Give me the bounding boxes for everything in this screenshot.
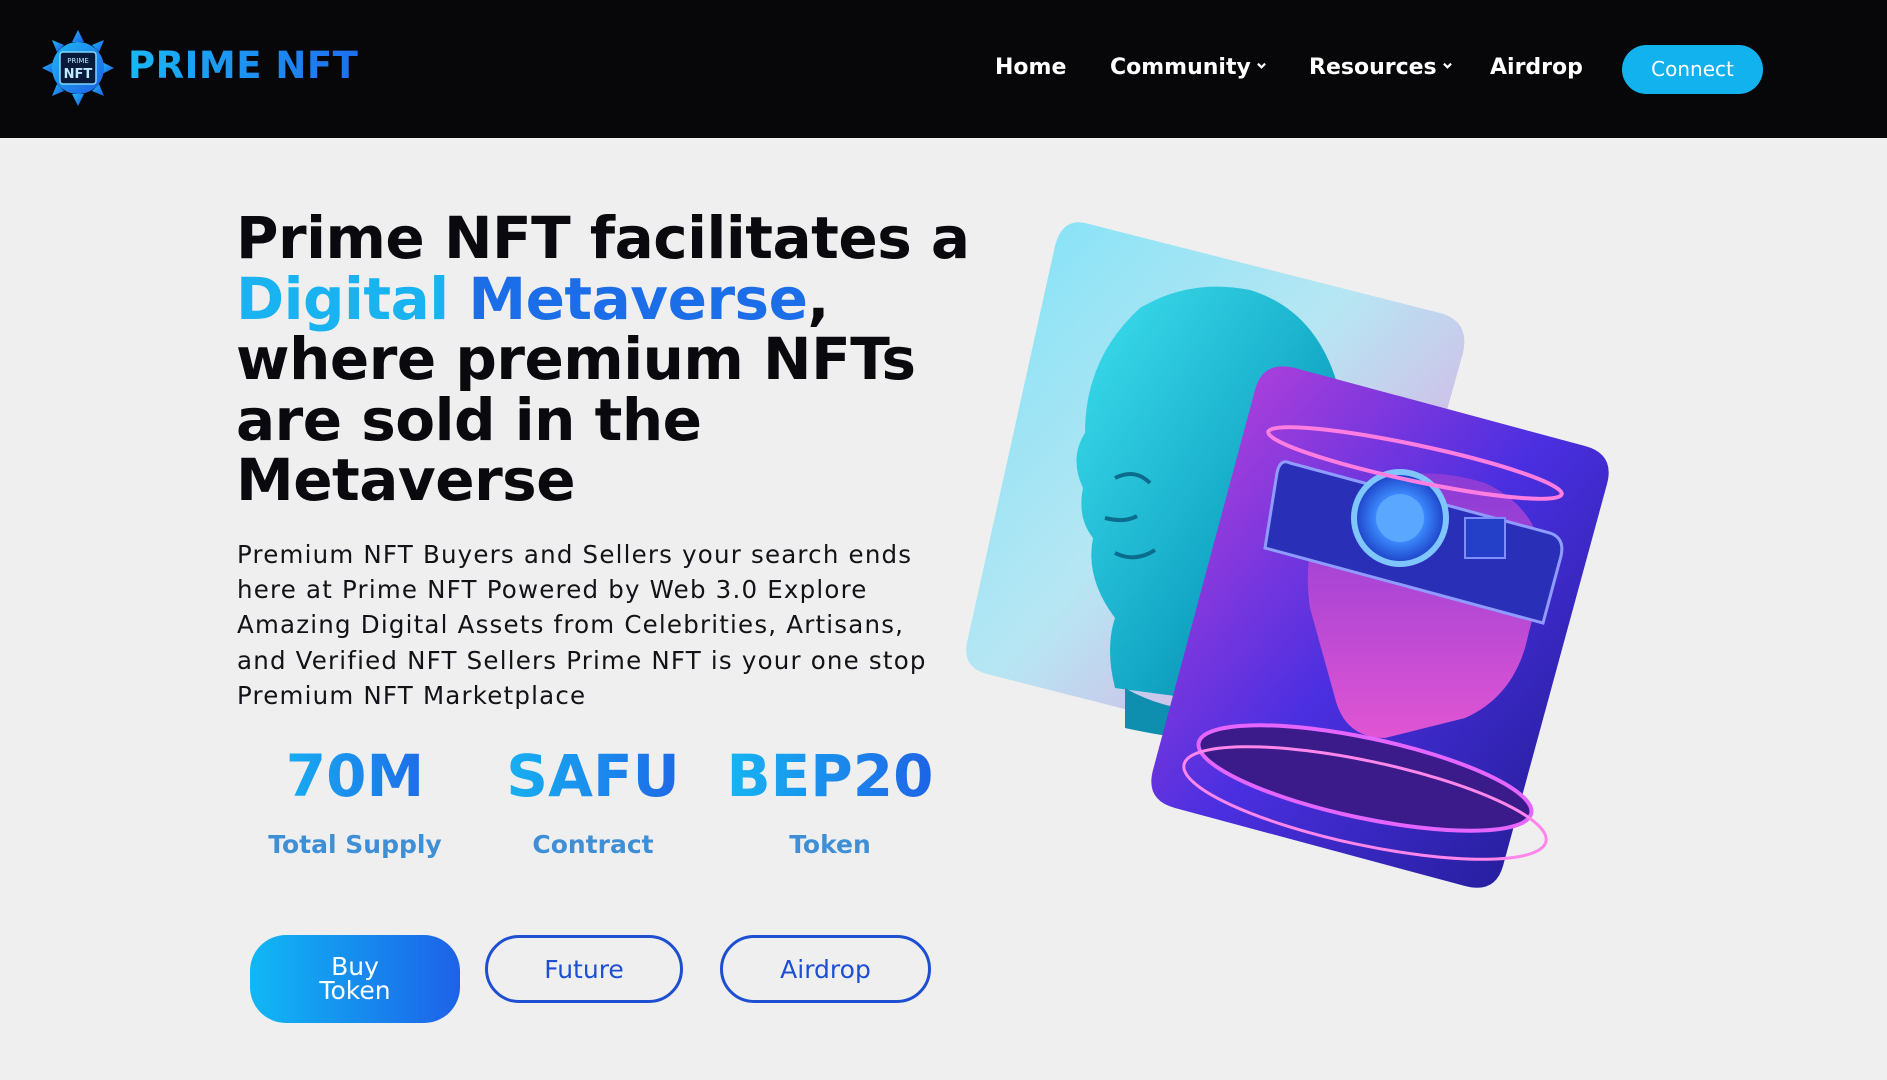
brand-name[interactable]: PRIME NFT	[128, 44, 358, 87]
nav-resources-label: Resources	[1309, 55, 1437, 80]
headline-line3: where premium NFTs	[236, 325, 916, 393]
nav-home[interactable]: Home	[995, 55, 1066, 80]
connect-button[interactable]: Connect	[1622, 45, 1763, 94]
hero-artwork	[965, 218, 1665, 888]
stat-token-label: Token	[789, 830, 871, 859]
hero-description: Premium NFT Buyers and Sellers your sear…	[237, 540, 927, 710]
buy-token-label-line2: Token	[319, 976, 391, 1005]
stat-contract-label: Contract	[532, 830, 654, 859]
stat-total-supply-value: 70M	[265, 742, 445, 810]
nav-community-label: Community	[1110, 55, 1251, 80]
headline-line1: Prime NFT facilitates a	[236, 204, 970, 272]
buy-token-button[interactable]: Buy Token	[250, 935, 460, 1023]
headline-line4: are sold in the	[236, 385, 702, 454]
nav-airdrop[interactable]: Airdrop	[1490, 55, 1583, 80]
svg-text:NFT: NFT	[64, 67, 93, 82]
stat-total-supply-label: Total Supply	[268, 830, 442, 859]
nav-resources[interactable]: Resources	[1309, 55, 1452, 80]
stat-contract-value: SAFU	[493, 742, 693, 810]
hero-headline: Prime NFT facilitates a Digital Metavers…	[236, 208, 976, 511]
buy-token-label: Buy Token	[319, 954, 391, 1005]
chevron-down-icon	[1256, 62, 1266, 69]
svg-text:PRIME: PRIME	[67, 57, 89, 65]
logo-icon[interactable]: PRIME NFT	[40, 28, 116, 108]
stat-token-value: BEP20	[726, 742, 934, 810]
future-button[interactable]: Future	[485, 935, 683, 1003]
nav-community[interactable]: Community	[1110, 55, 1266, 80]
top-navbar: PRIME NFT PRIME NFT Home Community Resou…	[0, 0, 1887, 138]
headline-highlight-digital: Digital	[236, 264, 469, 333]
airdrop-button[interactable]: Airdrop	[720, 935, 931, 1003]
headline-line5: Metaverse	[236, 446, 576, 514]
headline-highlight-metaverse: Metaverse	[468, 264, 808, 333]
chevron-down-icon	[1442, 62, 1452, 69]
headline-comma: ,	[807, 264, 829, 333]
